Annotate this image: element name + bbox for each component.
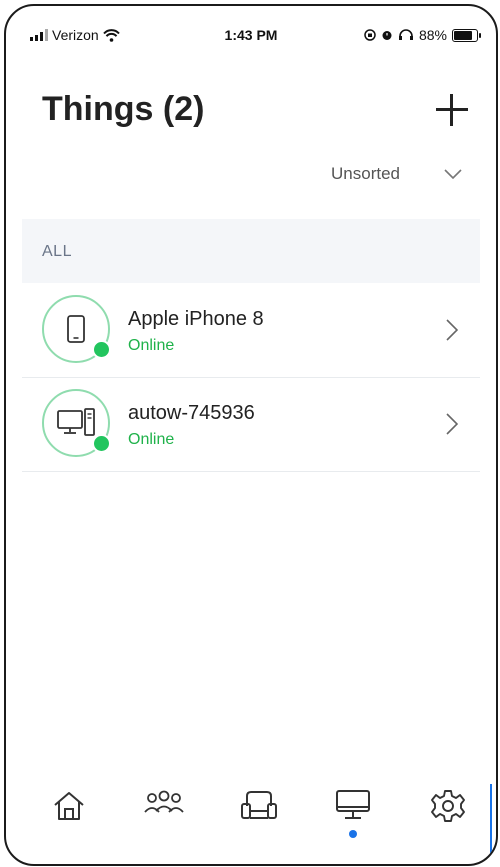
- status-right: 88%: [364, 27, 481, 43]
- sofa-icon: [241, 791, 277, 819]
- gear-icon: [431, 790, 465, 822]
- sort-dropdown[interactable]: Unsorted: [331, 164, 462, 184]
- tab-home[interactable]: [44, 786, 94, 836]
- tab-things[interactable]: [328, 786, 378, 838]
- device-name: autow-745936: [128, 402, 255, 424]
- tab-people[interactable]: [139, 786, 189, 836]
- tab-bar: [6, 776, 496, 864]
- tab-furniture[interactable]: [234, 786, 284, 836]
- list-item[interactable]: Apple iPhone 8 Online: [22, 285, 480, 378]
- online-indicator: [92, 434, 111, 453]
- section-header-all: ALL: [22, 219, 480, 283]
- section-label: ALL: [42, 243, 72, 260]
- chevron-right-icon: [446, 319, 458, 341]
- people-icon: [144, 790, 184, 813]
- device-name: Apple iPhone 8: [128, 308, 264, 330]
- orientation-lock-icon: [364, 29, 376, 41]
- plus-icon[interactable]: [434, 92, 470, 128]
- online-indicator: [92, 340, 111, 359]
- sort-label: Unsorted: [331, 164, 400, 183]
- home-icon: [54, 792, 84, 820]
- tab-settings[interactable]: [423, 786, 473, 836]
- device-status: Online: [128, 337, 175, 354]
- alarm-icon: [382, 31, 392, 40]
- device-avatar: [42, 295, 111, 363]
- headphones-icon: [398, 29, 413, 40]
- scroll-edge-indicator: [490, 784, 492, 854]
- monitor-icon: [336, 790, 370, 819]
- battery-icon: [452, 28, 481, 42]
- chevron-down-icon: [444, 169, 462, 179]
- list-item[interactable]: autow-745936 Online: [22, 379, 480, 472]
- chevron-right-icon: [446, 413, 458, 435]
- device-avatar: [42, 389, 111, 457]
- device-status: Online: [128, 431, 175, 448]
- status-bar: Verizon 1:43 PM 88%: [6, 6, 496, 58]
- active-tab-indicator: [349, 830, 357, 838]
- page-title: Things (2): [42, 90, 205, 128]
- phone-frame: Verizon 1:43 PM 88% Things (2) Unsorted …: [4, 4, 498, 866]
- battery-percent: 88%: [418, 27, 447, 43]
